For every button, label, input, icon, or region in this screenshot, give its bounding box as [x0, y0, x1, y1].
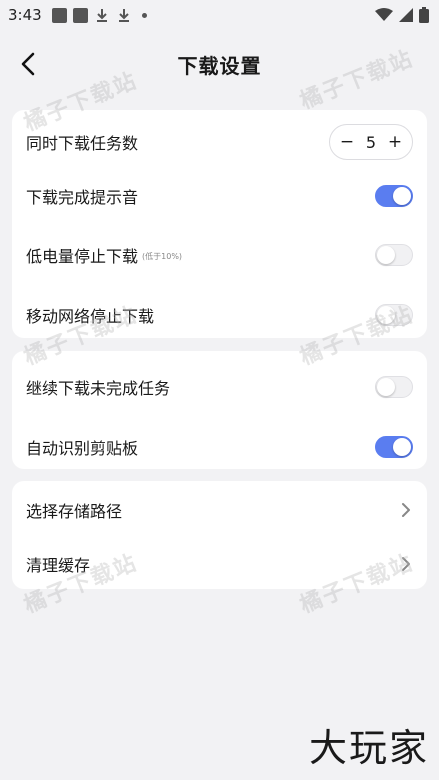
decrement-button[interactable]: − — [338, 132, 356, 152]
clipboard-detect-row: 自动识别剪贴板 — [12, 427, 427, 467]
mobile-network-label: 移动网络停止下载 — [26, 307, 155, 326]
complete-sound-label: 下载完成提示音 — [26, 188, 139, 207]
mobile-network-toggle[interactable] — [375, 304, 413, 326]
back-button[interactable] — [14, 50, 42, 78]
status-bar: 3:43 — [0, 0, 439, 30]
concurrent-tasks-label: 同时下载任务数 — [26, 134, 139, 153]
chevron-left-icon — [21, 52, 35, 76]
signal-icon — [399, 8, 413, 22]
download-notification-icon — [118, 9, 129, 22]
concurrent-tasks-row: 同时下载任务数 − 5 + — [12, 122, 427, 162]
notification-app-icon — [51, 7, 67, 23]
status-time: 3:43 — [8, 6, 42, 24]
low-battery-row: 低电量停止下载 (低于10%) — [12, 235, 427, 275]
battery-icon — [419, 7, 429, 23]
toggle-knob — [377, 306, 395, 324]
chevron-right-icon — [399, 502, 413, 518]
clipboard-detect-label: 自动识别剪贴板 — [26, 439, 139, 458]
status-left: 3:43 — [8, 6, 147, 24]
concurrent-tasks-value: 5 — [365, 132, 377, 152]
complete-sound-toggle[interactable] — [375, 185, 413, 207]
chevron-right-icon — [399, 556, 413, 572]
storage-path-row[interactable]: 选择存储路径 — [12, 490, 427, 530]
header-bar: 下载设置 — [0, 38, 439, 90]
toggle-knob — [393, 187, 411, 205]
page-title: 下载设置 — [177, 53, 262, 78]
concurrent-tasks-stepper: − 5 + — [329, 124, 413, 160]
resume-tasks-label: 继续下载未完成任务 — [26, 379, 171, 398]
clear-cache-label: 清理缓存 — [26, 556, 91, 575]
more-notifications-dot-icon — [141, 12, 147, 18]
low-battery-note: (低于10%) — [142, 251, 183, 261]
complete-sound-row: 下载完成提示音 — [12, 176, 427, 216]
task-options-card: 继续下载未完成任务 自动识别剪贴板 — [12, 351, 427, 469]
resume-tasks-toggle[interactable] — [375, 376, 413, 398]
toggle-knob — [377, 246, 395, 264]
clipboard-detect-toggle[interactable] — [375, 436, 413, 458]
low-battery-label: 低电量停止下载 — [26, 247, 139, 266]
toggle-knob — [377, 378, 395, 396]
increment-button[interactable]: + — [386, 132, 404, 152]
download-notification-icon — [96, 9, 107, 22]
mobile-network-row: 移动网络停止下载 — [12, 295, 427, 335]
download-settings-screen: 3:43 下载设置 同时下载任务数 − 5 + 下载完成提示音 低电量停止下载 … — [0, 0, 439, 780]
brand-logo: 大玩家 — [308, 726, 429, 770]
storage-options-card: 选择存储路径 清理缓存 — [12, 481, 427, 589]
download-options-card: 同时下载任务数 − 5 + 下载完成提示音 低电量停止下载 (低于10%) 移动… — [12, 110, 427, 338]
status-right — [375, 7, 429, 23]
low-battery-toggle[interactable] — [375, 244, 413, 266]
toggle-knob — [393, 438, 411, 456]
clear-cache-row[interactable]: 清理缓存 — [12, 544, 427, 584]
storage-path-label: 选择存储路径 — [26, 502, 123, 521]
resume-tasks-row: 继续下载未完成任务 — [12, 367, 427, 407]
wifi-icon — [375, 8, 393, 21]
notification-app-icon — [72, 7, 88, 23]
